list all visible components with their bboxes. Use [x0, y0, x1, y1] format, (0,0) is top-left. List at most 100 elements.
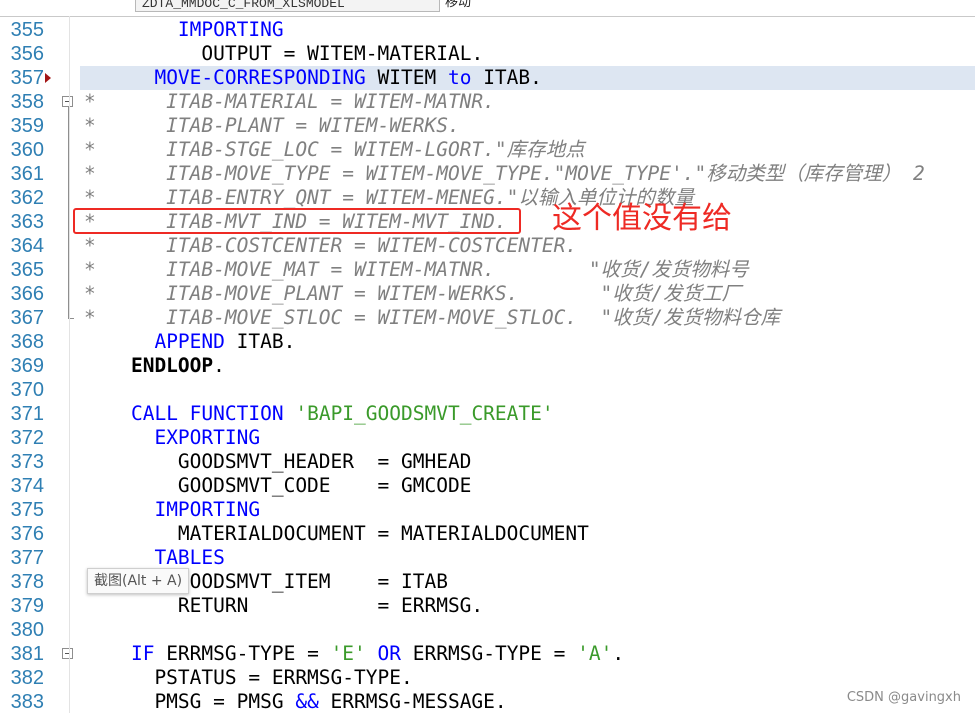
code-token: ERRMSG-TYPE = [401, 642, 578, 665]
code-line[interactable]: 362 * ITAB-ENTRY_QNT = WITEM-MENEG."以输入单位… [0, 186, 975, 210]
code-token: EXPORTING [154, 426, 261, 449]
line-number: 367 [10, 307, 44, 329]
code-text: * ITAB-MATERIAL = WITEM-MATNR. [84, 90, 495, 114]
code-token: ENDLOOP [84, 354, 214, 377]
code-line[interactable]: 374 GOODSMVT_CODE = GMCODE [0, 474, 975, 498]
code-token: APPEND [154, 330, 225, 353]
code-token: PSTATUS = ERRMSG-TYPE. [84, 666, 413, 689]
code-token: MOVE-CORRESPONDING [154, 66, 366, 89]
code-line[interactable]: 383 PMSG = PMSG && ERRMSG-MESSAGE. [0, 690, 975, 714]
code-token: 'A' [577, 642, 613, 665]
code-token: * ITAB-PLANT = WITEM-WERKS. [84, 114, 460, 137]
line-number: 361 [10, 163, 44, 185]
code-text: * ITAB-MOVE_PLANT = WITEM-WERKS. "收货/发货工… [84, 282, 741, 306]
code-token: * ITAB-STGE_LOC = WITEM-LGORT."库存地点 [84, 138, 585, 161]
code-token: * ITAB-MOVE_PLANT = WITEM-WERKS. "收货/发货工… [84, 282, 742, 305]
code-line[interactable]: 381 IF ERRMSG-TYPE = 'E' OR ERRMSG-TYPE … [0, 642, 975, 666]
code-token: IMPORTING [154, 498, 261, 521]
code-line[interactable]: 359 * ITAB-PLANT = WITEM-WERKS. [0, 114, 975, 138]
code-token: * ITAB-MOVE_MAT = WITEM-MATNR. "收货/发货物料号 [84, 258, 749, 281]
code-line[interactable]: 369 ENDLOOP. [0, 354, 975, 378]
program-description-label: 移动 [445, 0, 472, 10]
code-line[interactable]: 372 EXPORTING [0, 426, 975, 450]
code-token: OR [377, 642, 402, 665]
code-token: CALL FUNCTION [130, 402, 284, 425]
code-line[interactable]: 366 * ITAB-MOVE_PLANT = WITEM-WERKS. "收货/… [0, 282, 975, 306]
code-line[interactable]: 358 * ITAB-MATERIAL = WITEM-MATNR. [0, 90, 975, 114]
line-number: 363 [10, 211, 44, 233]
screenshot-tooltip: 截图(Alt + A) [87, 568, 190, 594]
code-line[interactable]: 373 GOODSMVT_HEADER = GMHEAD [0, 450, 975, 474]
code-line[interactable]: 382 PSTATUS = ERRMSG-TYPE. [0, 666, 975, 690]
code-token: MATERIAL. [377, 42, 484, 65]
code-line[interactable]: 360 * ITAB-STGE_LOC = WITEM-LGORT."库存地点 [0, 138, 975, 162]
code-text: OUTPUT = WITEM-MATERIAL. [84, 42, 483, 66]
code-text: PMSG = PMSG && ERRMSG-MESSAGE. [84, 690, 507, 714]
code-line[interactable]: 379 RETURN = ERRMSG. [0, 594, 975, 618]
code-text: * ITAB-MOVE_STLOC = WITEM-MOVE_STLOC. "收… [84, 306, 780, 330]
line-number: 379 [10, 595, 44, 617]
line-number: 356 [10, 43, 44, 65]
code-line[interactable]: 370 [0, 378, 975, 402]
code-text: TABLES [84, 546, 224, 570]
code-line[interactable]: 375 IMPORTING [0, 498, 975, 522]
code-text: ENDLOOP. [84, 354, 225, 378]
code-line[interactable]: 365 * ITAB-MOVE_MAT = WITEM-MATNR. "收货/发货… [0, 258, 975, 282]
code-line[interactable]: 367 * ITAB-MOVE_STLOC = WITEM-MOVE_STLOC.… [0, 306, 975, 330]
code-line[interactable]: 357 MOVE-CORRESPONDING WITEM to ITAB. [0, 66, 975, 90]
code-token: ITAB. [224, 330, 296, 353]
code-line[interactable]: 368 APPEND ITAB. [0, 330, 975, 354]
line-number: 355 [10, 19, 44, 41]
code-token: to [447, 66, 472, 89]
code-line[interactable]: 361 * ITAB-MOVE_TYPE = WITEM-MOVE_TYPE."M… [0, 162, 975, 186]
fold-toggle-icon[interactable] [62, 96, 73, 107]
fold-toggle-icon[interactable] [62, 648, 73, 659]
annotation-text: 这个值没有给 [552, 201, 732, 236]
code-token: * ITAB-COSTCENTER = WITEM-COSTCENTER. [84, 234, 578, 257]
code-token: * ITAB-MATERIAL = WITEM-MATNR. [84, 90, 495, 113]
code-text: * ITAB-MOVE_TYPE = WITEM-MOVE_TYPE."MOVE… [84, 162, 925, 186]
line-number: 360 [10, 139, 44, 161]
line-number: 359 [10, 115, 44, 137]
code-line[interactable]: 356 OUTPUT = WITEM-MATERIAL. [0, 42, 975, 66]
top-toolbar: ZDTA_MMDOC_C_FROM_XLSMODEL 移动 [0, 0, 975, 17]
code-token: * ITAB-MOVE_STLOC = WITEM-MOVE_STLOC. "收… [84, 306, 781, 329]
code-text: GOODSMVT_HEADER = GMHEAD [84, 450, 472, 474]
code-line[interactable]: 380 [0, 618, 975, 642]
code-token: . [213, 354, 225, 377]
line-number: 375 [10, 499, 44, 521]
code-token: PMSG = PMSG [84, 690, 296, 713]
program-name-field[interactable]: ZDTA_MMDOC_C_FROM_XLSMODEL [135, 0, 440, 12]
code-line[interactable]: 364 * ITAB-COSTCENTER = WITEM-COSTCENTER. [0, 234, 975, 258]
line-number: 358 [10, 91, 44, 113]
code-token: * ITAB-MOVE_TYPE = WITEM-MOVE_TYPE."MOVE… [84, 162, 925, 185]
code-text: MOVE-CORRESPONDING WITEM to ITAB. [84, 66, 541, 90]
code-token: 'BAPI_GOODSMVT_CREATE' [295, 402, 554, 425]
gutter-divider [69, 16, 70, 713]
code-line[interactable]: 355 IMPORTING [0, 18, 975, 42]
line-number: 381 [10, 643, 44, 665]
line-number: 364 [10, 235, 44, 257]
code-line[interactable]: 377 TABLES [0, 546, 975, 570]
line-number: 382 [10, 667, 44, 689]
code-line[interactable]: 371 CALL FUNCTION 'BAPI_GOODSMVT_CREATE' [0, 402, 975, 426]
line-number: 380 [10, 619, 44, 641]
code-line[interactable]: 376 MATERIALDOCUMENT = MATERIALDOCUMENT [0, 522, 975, 546]
code-text: APPEND ITAB. [84, 330, 295, 354]
line-number: 365 [10, 259, 44, 281]
code-text: IMPORTING [84, 18, 284, 42]
line-number: 376 [10, 523, 44, 545]
code-token: OUTPUT [84, 42, 284, 65]
code-token: - [365, 42, 378, 65]
code-token: ERRMSG-MESSAGE. [318, 690, 507, 713]
code-text: * ITAB-STGE_LOC = WITEM-LGORT."库存地点 [84, 138, 585, 162]
code-token: GOODSMVT_CODE = GMCODE [84, 474, 472, 497]
